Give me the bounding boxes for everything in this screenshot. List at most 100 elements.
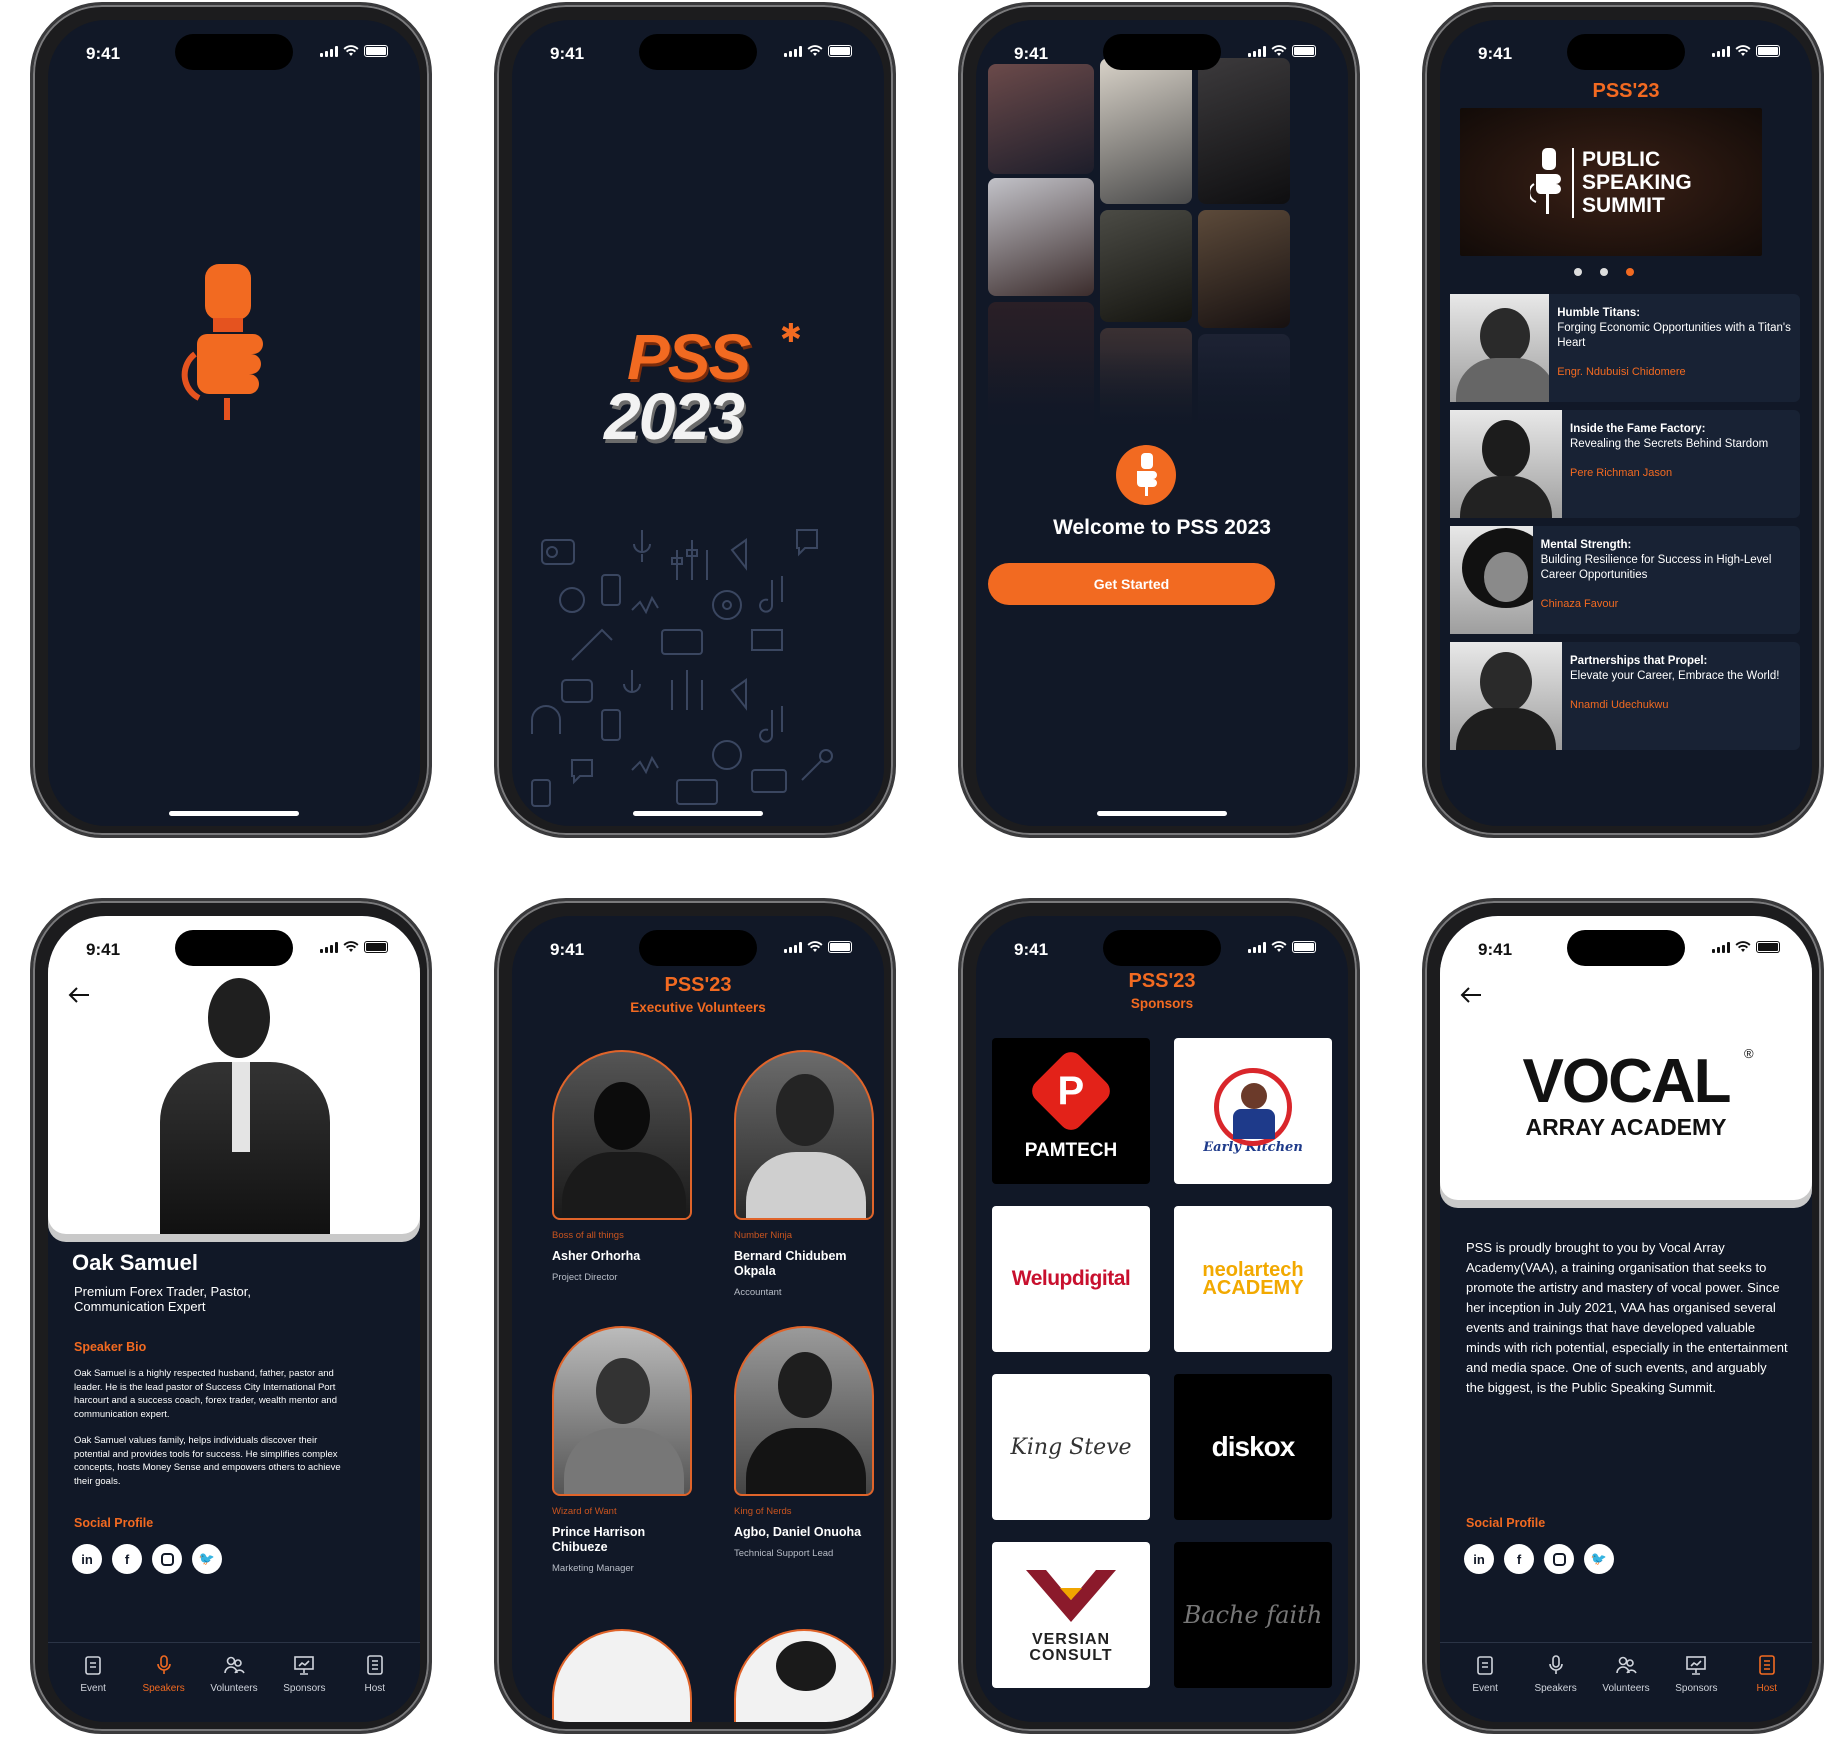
people-icon [1616,1656,1637,1674]
volunteer-name: Prince Harrison Chibueze [552,1525,646,1554]
presentation-icon [1686,1656,1707,1675]
speaker-bio-heading: Speaker Bio [74,1340,147,1354]
volunteer-card[interactable]: King of Nerds Agbo, Daniel Onuoha Techni… [734,1326,874,1559]
status-time: 9:41 [1014,44,1049,63]
talk-title: Inside the Fame Factory: [1570,423,1706,435]
tab-event[interactable]: Event [63,1643,123,1704]
tab-host[interactable]: Host [1737,1643,1797,1704]
speaker-photo [1450,642,1562,750]
carousel-dot-active[interactable] [1626,268,1634,276]
speaker-name: Oak Samuel [72,1250,198,1275]
volunteer-photo [734,1050,874,1220]
volunteer-card[interactable]: Boss of all things Asher Orhorha Project… [552,1050,692,1283]
tab-speakers[interactable]: Speakers [134,1643,194,1704]
sponsor-tile[interactable]: neolartech ACADEMY [1174,1206,1332,1352]
wifi-icon [343,941,359,952]
phone-splash-pss2023: 9:41 PSS 2023 ✱ [494,2,896,838]
linkedin-icon[interactable]: in [72,1544,102,1574]
instagram-icon[interactable] [1544,1544,1574,1574]
wifi-icon [1271,941,1287,952]
battery-icon [364,45,388,57]
mic-hand-logo-icon [181,264,263,420]
back-arrow-icon[interactable] [1460,986,1482,1004]
app-logo-badge [1116,445,1176,505]
sponsor-tile[interactable]: King Steve [992,1374,1150,1520]
sponsor-name: Bache faith [1183,1601,1323,1629]
tab-volunteers[interactable]: Volunteers [204,1643,264,1704]
battery-icon [828,45,852,57]
tab-sponsors[interactable]: Sponsors [274,1643,334,1704]
wifi-icon [343,45,359,56]
volunteer-card[interactable]: Number Ninja Bernard Chidubem Okpala Acc… [734,1050,874,1298]
twitter-icon[interactable]: 🐦 [1584,1544,1614,1574]
sponsor-tile[interactable]: Bache faith [1174,1542,1332,1688]
talk-subtitle: Forging Economic Opportunities with a Ti… [1557,322,1791,349]
doodle-pattern-icon [531,529,833,807]
talk-subtitle: Elevate your Career, Embrace the World! [1570,670,1780,682]
volunteer-role: Boss of all things [552,1230,624,1241]
wifi-icon [807,45,823,56]
volunteer-photo [552,1326,692,1496]
phone-splash-logo: 9:41 [30,2,432,838]
status-bar: 9:41 [976,916,1348,966]
talk-card[interactable]: Humble Titans: Forging Economic Opportuni… [1450,294,1800,402]
signal-icon [784,941,802,953]
talk-card[interactable]: Partnerships that Propel: Elevate your Ca… [1450,642,1800,750]
gallery-photo [1198,58,1290,204]
volunteer-card[interactable]: Wizard of Want Prince Harrison Chibueze … [552,1326,692,1574]
chef-logo-icon [1214,1067,1292,1146]
tab-volunteers[interactable]: Volunteers [1596,1643,1656,1704]
signal-icon [784,45,802,57]
microphone-icon [156,1655,171,1674]
event-banner[interactable]: PUBLIC SPEAKING SUMMIT [1460,108,1762,256]
event-header: PSS'23 [1592,80,1660,102]
volunteer-role: King of Nerds [734,1506,792,1517]
back-arrow-icon[interactable] [68,986,90,1004]
sponsor-tile[interactable]: diskox [1174,1374,1332,1520]
pss-logo-bottom: 2023 [604,379,745,453]
gallery-photo [988,178,1094,296]
sponsor-tile[interactable]: Early Kitchen [1174,1038,1332,1184]
dynamic-island [639,34,757,70]
mic-hand-icon [1530,148,1561,214]
tab-sponsors[interactable]: Sponsors [1666,1643,1726,1704]
sponsor-tile[interactable]: P PAMTECH [992,1038,1150,1184]
tab-speakers[interactable]: Speakers [1526,1643,1586,1704]
tab-label: Host [1756,1683,1778,1694]
sponsor-name: diskox [1211,1431,1296,1462]
tab-event[interactable]: Event [1455,1643,1515,1704]
get-started-button[interactable]: Get Started [988,563,1275,605]
social-links: in f 🐦 [1464,1544,1614,1574]
clipboard-icon [1477,1656,1493,1675]
signal-icon [320,45,338,57]
dynamic-island [175,34,293,70]
dynamic-island [1567,34,1685,70]
sponsor-tile[interactable]: VERSIAN CONSULT [992,1542,1150,1688]
social-profile-heading: Social Profile [1466,1516,1546,1530]
talk-card[interactable]: Inside the Fame Factory: Revealing the Se… [1450,410,1800,518]
sponsor-tile[interactable]: Welupdigital [992,1206,1150,1352]
linkedin-icon[interactable]: in [1464,1544,1494,1574]
twitter-icon[interactable]: 🐦 [192,1544,222,1574]
gallery-photo [1100,210,1192,322]
phone-volunteers: 9:41 PSS'23 Executive Volunteers Boss of… [494,898,896,1734]
facebook-icon[interactable]: f [112,1544,142,1574]
instagram-icon[interactable] [152,1544,182,1574]
volunteer-photo [734,1629,874,1722]
talk-card[interactable]: Mental Strength: Building Resilience for … [1450,526,1800,634]
social-profile-heading: Social Profile [74,1516,154,1530]
presentation-icon [294,1656,315,1675]
carousel-dot[interactable] [1574,268,1582,276]
volunteer-photo [552,1050,692,1220]
people-icon [224,1656,245,1674]
tab-label: Sponsors [283,1683,326,1694]
tab-label: Volunteers [1602,1683,1650,1694]
facebook-icon[interactable]: f [1504,1544,1534,1574]
status-time: 9:41 [1478,940,1513,959]
registered-icon: ® [1744,1046,1754,1061]
tab-host[interactable]: Host [345,1643,405,1704]
sponsors-header: PSS'23 [1128,970,1196,992]
carousel-dot[interactable] [1600,268,1608,276]
gallery-photo [1100,58,1192,204]
tab-label: Speakers [1534,1683,1577,1694]
